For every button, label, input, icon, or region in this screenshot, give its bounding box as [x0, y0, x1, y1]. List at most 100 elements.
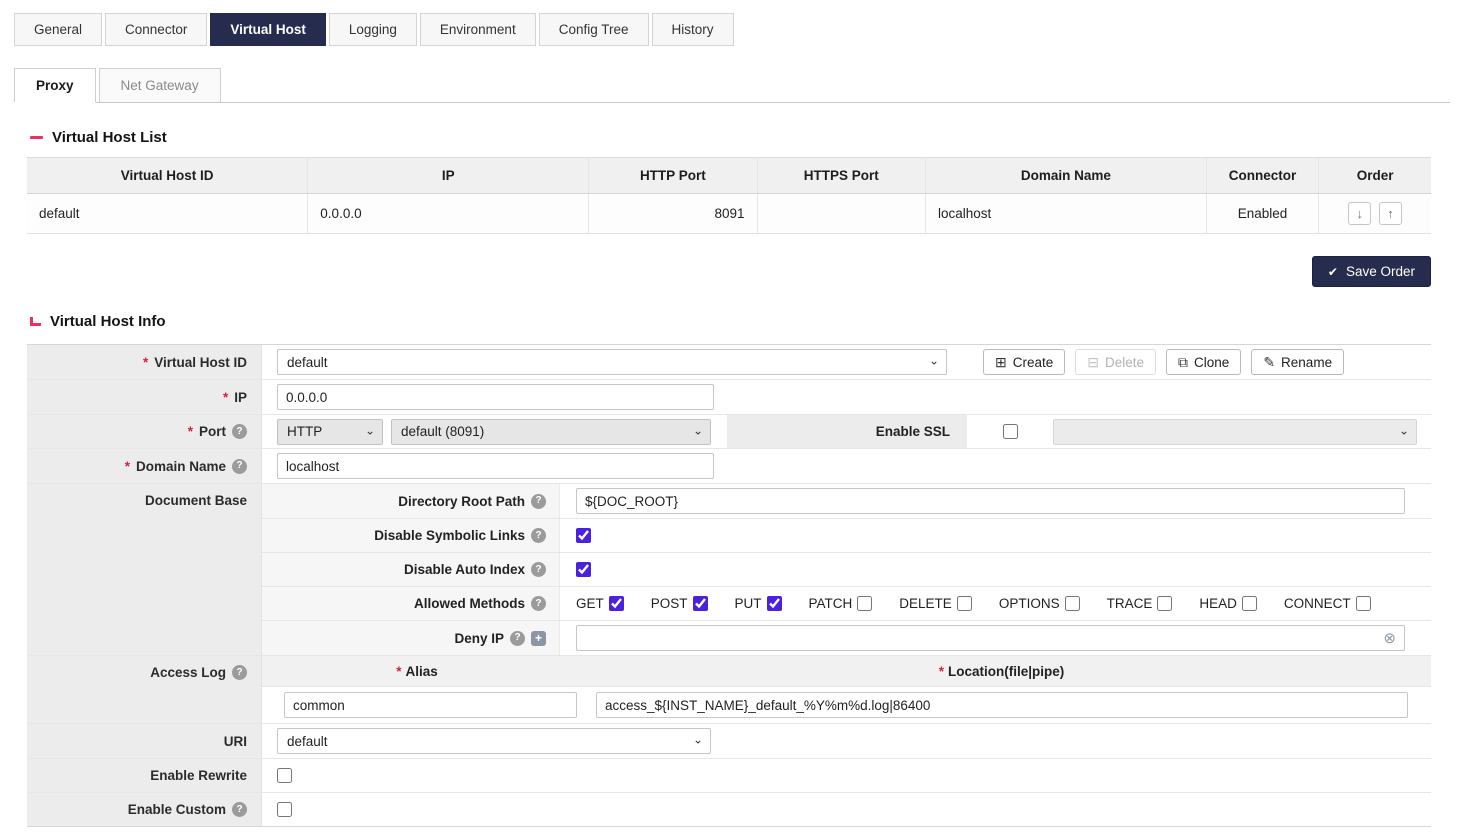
uri-select[interactable]: default [277, 728, 711, 754]
method-trace-checkbox[interactable] [1157, 596, 1172, 611]
move-down-button[interactable]: ↓ [1348, 202, 1371, 225]
create-button[interactable]: ⊞ Create [983, 349, 1065, 375]
virtual-host-id-select-wrap: default ⌄ [277, 349, 947, 375]
deny-ip-input[interactable] [576, 625, 1405, 651]
tab-net-gateway[interactable]: Net Gateway [99, 68, 221, 102]
enable-custom-checkbox[interactable] [277, 802, 292, 817]
disable-auto-index-checkbox[interactable] [576, 562, 591, 577]
method-delete-checkbox[interactable] [957, 596, 972, 611]
domain-name-input[interactable] [277, 453, 714, 479]
port-protocol-select-wrap: HTTP ⌄ [277, 419, 383, 445]
row-disable-auto-index: Disable Auto Index ? [262, 553, 1431, 587]
cell-order: ↓ ↑ [1319, 194, 1431, 234]
help-icon[interactable]: ? [531, 494, 546, 509]
access-log-location-input[interactable] [596, 692, 1408, 718]
help-icon[interactable]: ? [232, 665, 247, 680]
tab-connector[interactable]: Connector [105, 13, 207, 46]
col-connector: Connector [1206, 158, 1318, 194]
method-get: GET [576, 596, 624, 611]
delete-icon: ⊟ [1087, 355, 1099, 369]
row-access-log: Access Log ? * Alias * Location(file|pip… [27, 656, 1431, 724]
directory-root-path-input[interactable] [576, 488, 1405, 514]
cell-ip: 0.0.0.0 [308, 194, 589, 234]
disable-symbolic-links-checkbox[interactable] [576, 528, 591, 543]
virtual-host-id-select[interactable]: default [277, 349, 947, 375]
method-put-checkbox[interactable] [767, 596, 782, 611]
clone-button[interactable]: ⧉ Clone [1166, 349, 1241, 375]
enable-ssl-checkbox[interactable] [1003, 424, 1018, 439]
help-icon[interactable]: ? [531, 528, 546, 543]
clone-icon: ⧉ [1178, 355, 1188, 369]
field-label-port: * Port ? [27, 415, 262, 448]
create-icon: ⊞ [995, 355, 1007, 369]
row-document-base: Document Base Directory Root Path ? [27, 484, 1431, 656]
help-icon[interactable]: ? [510, 631, 525, 646]
tab-virtual-host[interactable]: Virtual Host [210, 13, 326, 46]
method-trace: TRACE [1107, 596, 1173, 611]
tab-general[interactable]: General [14, 13, 102, 46]
col-ip: IP [308, 158, 589, 194]
help-icon[interactable]: ? [531, 562, 546, 577]
field-label-disable-auto-index: Disable Auto Index ? [262, 553, 560, 586]
help-icon[interactable]: ? [232, 424, 247, 439]
alias-column-header: * Alias [262, 656, 572, 686]
method-connect-checkbox[interactable] [1356, 596, 1371, 611]
row-virtual-host-id: * Virtual Host ID default ⌄ ⊞ Create [27, 345, 1431, 380]
help-icon[interactable]: ? [531, 596, 546, 611]
method-options-checkbox[interactable] [1065, 596, 1080, 611]
section-corner-icon [30, 317, 41, 326]
field-label-uri: URI [27, 724, 262, 758]
col-virtual-host-id: Virtual Host ID [27, 158, 308, 194]
virtual-host-list-heading: Virtual Host List [30, 129, 1431, 146]
required-marker: * [396, 664, 401, 679]
field-label-access-log: Access Log ? [27, 656, 262, 723]
tab-environment[interactable]: Environment [420, 13, 536, 46]
move-up-button[interactable]: ↑ [1379, 202, 1402, 225]
row-disable-symbolic-links: Disable Symbolic Links ? [262, 519, 1431, 553]
sub-tab-bar: Proxy Net Gateway [14, 68, 1450, 103]
ip-input[interactable] [277, 384, 714, 410]
field-label-virtual-host-id: * Virtual Host ID [27, 345, 262, 379]
help-icon[interactable]: ? [232, 459, 247, 474]
row-enable-custom: Enable Custom ? [27, 793, 1431, 826]
port-value-select[interactable]: default (8091) [391, 419, 711, 445]
tab-config-tree[interactable]: Config Tree [539, 13, 649, 46]
method-post: POST [651, 596, 708, 611]
add-deny-ip-icon[interactable]: + [531, 631, 546, 646]
tab-logging[interactable]: Logging [329, 13, 417, 46]
tab-history[interactable]: History [652, 13, 734, 46]
port-protocol-select[interactable]: HTTP [277, 419, 383, 445]
col-http-port: HTTP Port [589, 158, 757, 194]
row-enable-rewrite: Enable Rewrite [27, 759, 1431, 793]
field-label-document-base: Document Base [27, 484, 262, 655]
table-row: default 0.0.0.0 8091 localhost Enabled ↓… [27, 194, 1431, 234]
save-order-label: Save Order [1346, 264, 1415, 279]
delete-button[interactable]: ⊟ Delete [1075, 349, 1156, 375]
cell-domain-name: localhost [926, 194, 1207, 234]
row-allowed-methods: Allowed Methods ? GET POST [262, 587, 1431, 621]
help-icon[interactable]: ? [232, 802, 247, 817]
virtual-host-table: Virtual Host ID IP HTTP Port HTTPS Port … [27, 157, 1431, 234]
clear-input-icon[interactable]: ⊗ [1383, 631, 1396, 646]
method-options: OPTIONS [999, 596, 1080, 611]
enable-ssl-label: Enable SSL [727, 415, 967, 448]
required-marker: * [223, 390, 228, 405]
arrow-up-icon: ↑ [1387, 206, 1394, 221]
required-marker: * [188, 424, 193, 439]
method-post-checkbox[interactable] [693, 596, 708, 611]
col-https-port: HTTPS Port [757, 158, 925, 194]
row-domain-name: * Domain Name ? [27, 449, 1431, 484]
method-patch-checkbox[interactable] [857, 596, 872, 611]
tab-proxy[interactable]: Proxy [14, 68, 96, 103]
access-log-alias-input[interactable] [284, 692, 577, 718]
save-order-button[interactable]: ✔ Save Order [1312, 256, 1431, 287]
row-ip: * IP [27, 380, 1431, 415]
save-order-row: ✔ Save Order [27, 256, 1431, 287]
cell-https-port [757, 194, 925, 234]
rename-button[interactable]: ✎ Rename [1251, 349, 1344, 375]
row-uri: URI default ⌄ [27, 724, 1431, 759]
method-head-checkbox[interactable] [1242, 596, 1257, 611]
enable-rewrite-checkbox[interactable] [277, 768, 292, 783]
method-get-checkbox[interactable] [609, 596, 624, 611]
method-head: HEAD [1199, 596, 1257, 611]
